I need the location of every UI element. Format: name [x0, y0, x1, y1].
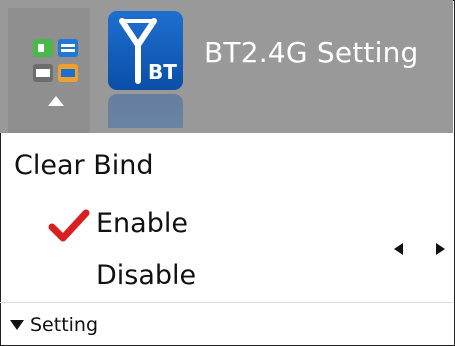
arrow-left-icon[interactable]: [394, 243, 403, 255]
triangle-down-icon: [10, 320, 24, 330]
page-title: BT2.4G Setting: [204, 36, 419, 69]
footer-divider: [0, 302, 453, 303]
apps-grid-icon: [33, 39, 78, 82]
antenna-icon: BT: [119, 18, 177, 84]
bt-icon-reflection: [108, 94, 183, 128]
clear-bind-label: Clear Bind: [14, 150, 154, 181]
bt-2.4g-antenna-icon: BT: [108, 11, 183, 90]
header-bar: BT BT2.4G Setting: [0, 0, 453, 133]
checkmark-icon: [48, 209, 90, 242]
arrow-right-icon[interactable]: [436, 243, 445, 255]
up-arrow-icon: [48, 96, 64, 106]
footer-setting-label[interactable]: Setting: [30, 314, 98, 336]
menu-button[interactable]: [8, 8, 90, 133]
bt-icon-text: BT: [148, 60, 177, 84]
option-disable[interactable]: Disable: [96, 260, 196, 291]
option-enable[interactable]: Enable: [96, 208, 188, 239]
